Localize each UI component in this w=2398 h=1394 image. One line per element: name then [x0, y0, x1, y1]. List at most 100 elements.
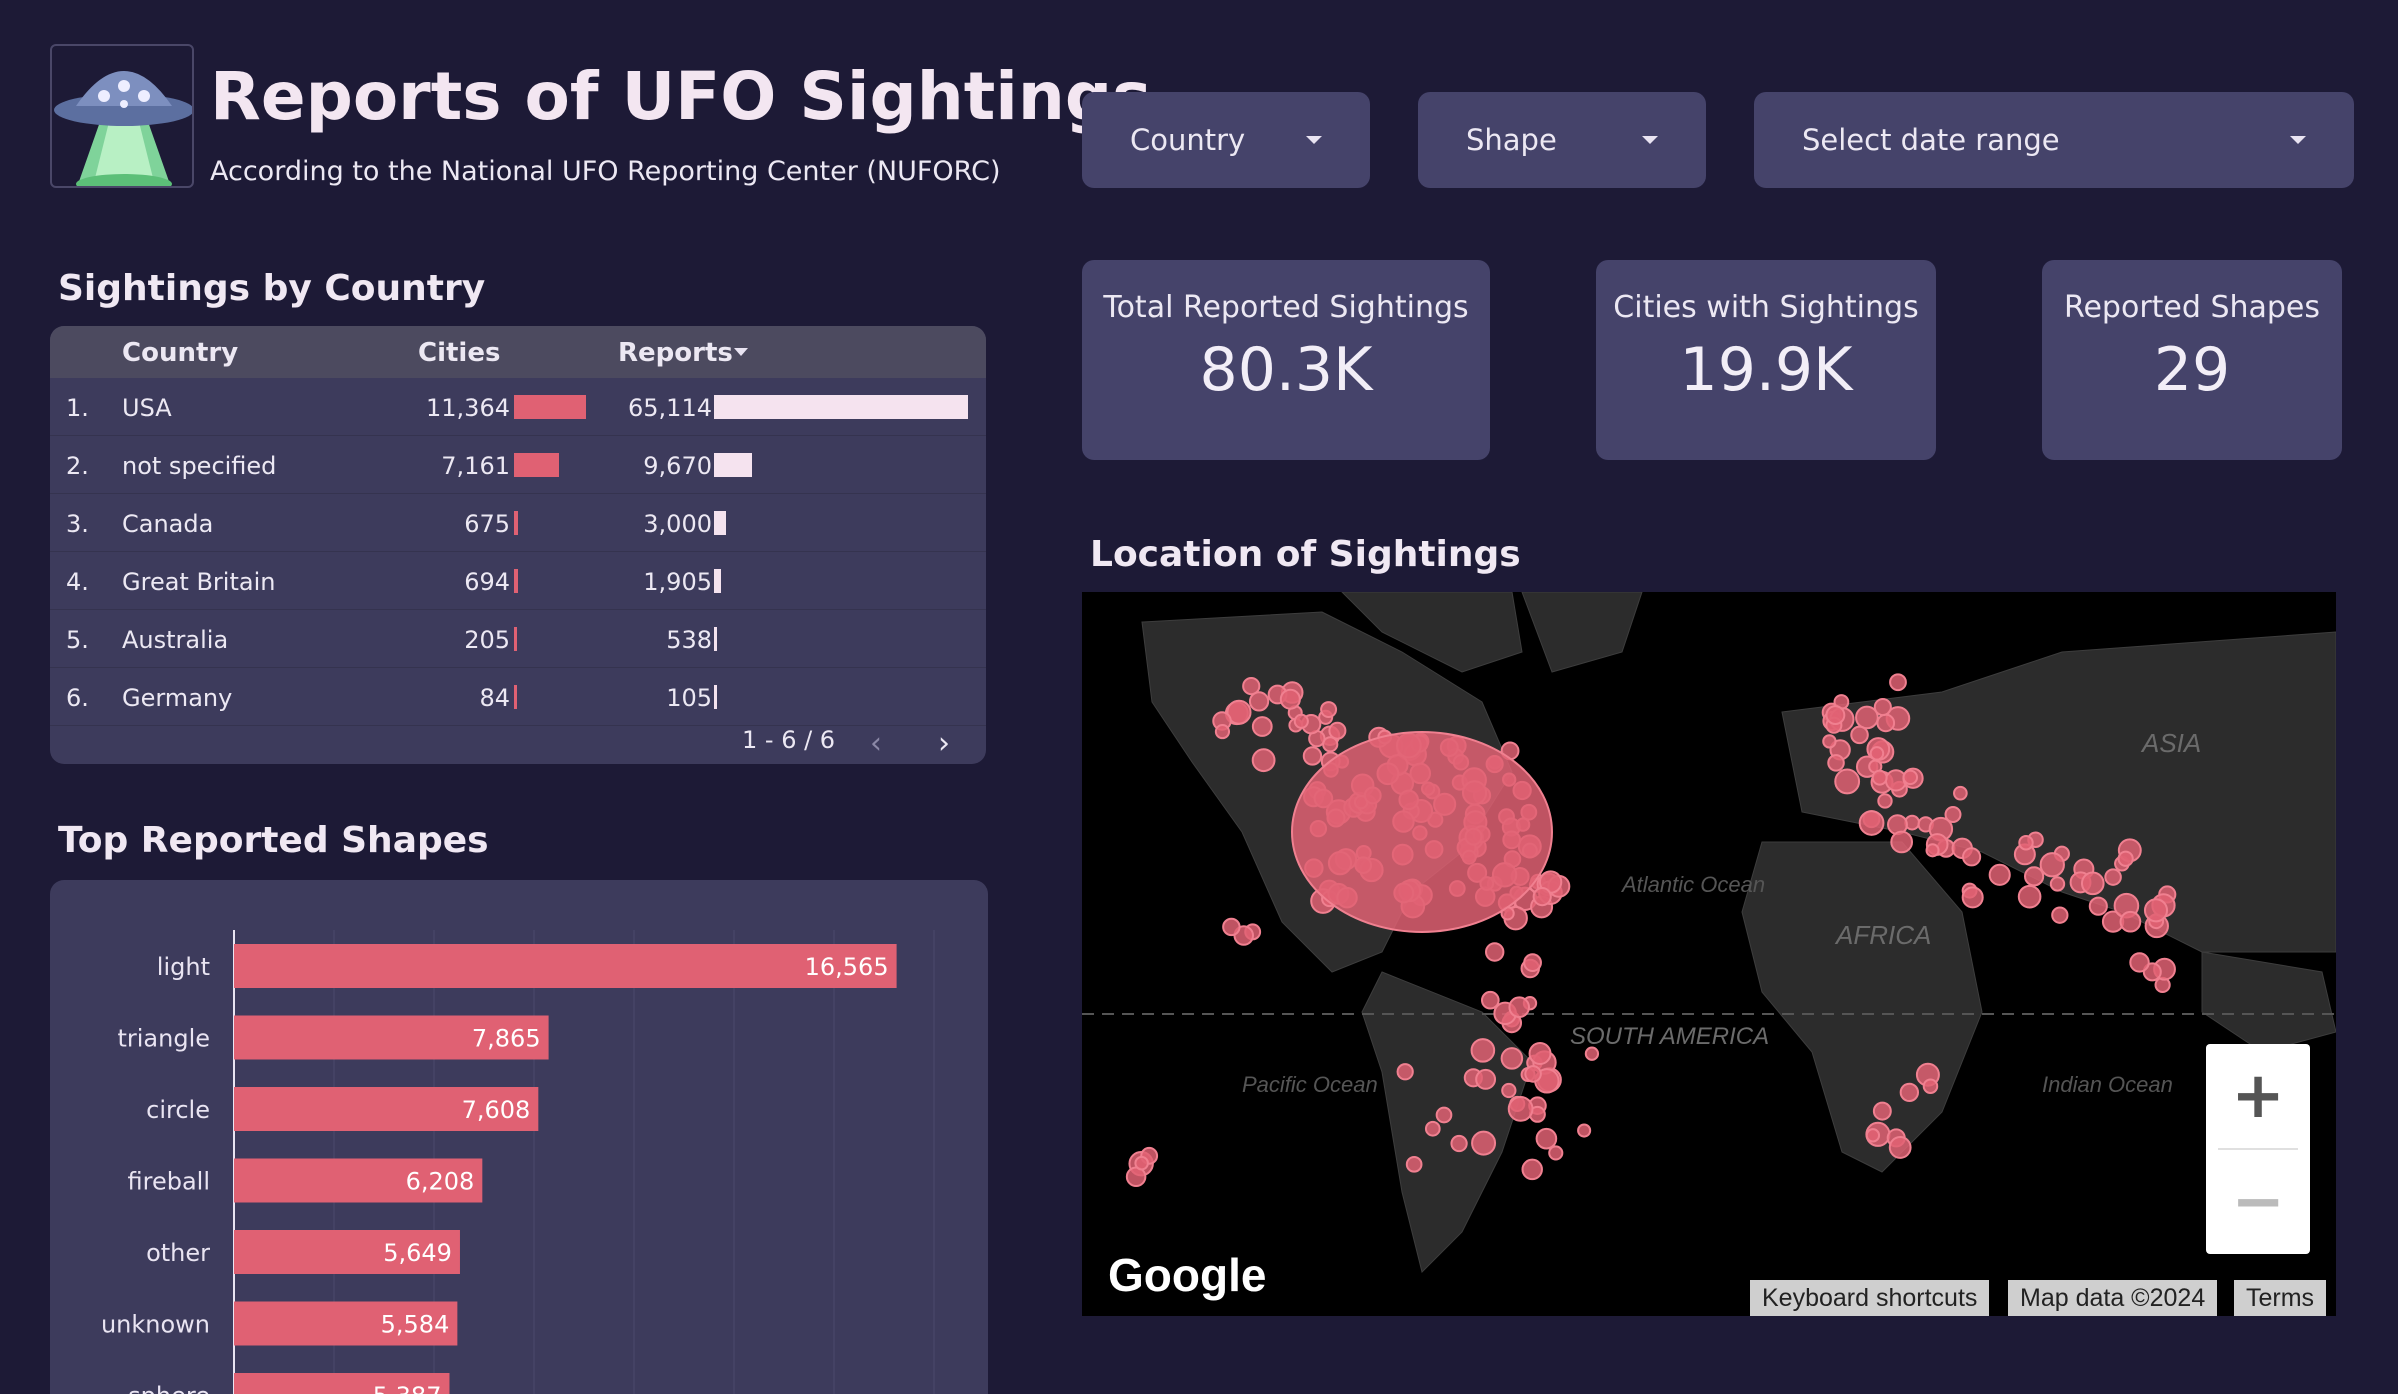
sighting-dot — [2117, 850, 2134, 867]
sighting-dot — [1251, 748, 1276, 773]
terms-link[interactable]: Terms — [2234, 1280, 2327, 1316]
sighting-dot — [1855, 705, 1879, 730]
table-row[interactable]: 2. not specified 7,161 9,670 — [50, 436, 986, 494]
sighting-dot — [1248, 691, 1270, 712]
cities-bar — [514, 511, 519, 535]
kpi-label: Cities with Sightings — [1613, 290, 1919, 325]
table-row[interactable]: 6. Germany 84 105 — [50, 668, 986, 726]
country-filter-label: Country — [1130, 123, 1246, 157]
date-range-filter[interactable]: Select date range — [1754, 92, 2354, 188]
kpi-label: Total Reported Sightings — [1103, 290, 1469, 325]
sighting-dot — [1962, 847, 1982, 867]
table-row[interactable]: 5. Australia 205 538 — [50, 610, 986, 668]
shape-filter[interactable]: Shape — [1418, 92, 1706, 188]
row-country: Germany — [122, 684, 233, 712]
shapes-bar-chart: light 16,565 triangle 7,865 circle 7,608 fireb… — [101, 930, 935, 1394]
sighting-dot — [1251, 716, 1273, 737]
column-header-country[interactable]: Country — [122, 338, 238, 368]
sighting-dot — [2024, 866, 2045, 887]
cities-bar — [514, 627, 517, 651]
map-label-indian: Indian Ocean — [2042, 1072, 2173, 1097]
column-header-cities[interactable]: Cities — [418, 338, 500, 368]
sighting-dot — [2143, 898, 2169, 923]
keyboard-shortcuts-link[interactable]: Keyboard shortcuts — [1750, 1280, 1990, 1316]
sighting-cluster — [1291, 731, 1553, 933]
value-label: 16,565 — [805, 953, 889, 981]
zoom-in-button[interactable]: + — [2206, 1044, 2310, 1148]
date-range-label: Select date range — [1802, 123, 2060, 157]
category-label: circle — [146, 1096, 210, 1124]
sighting-dot — [1902, 769, 1919, 786]
sighting-dot — [1899, 1082, 1920, 1103]
sighting-dot — [1396, 1063, 1414, 1081]
sighting-dot — [1507, 1096, 1534, 1122]
row-reports: 65,114 — [628, 394, 712, 422]
row-cities: 7,161 — [441, 452, 510, 480]
row-reports: 9,670 — [643, 452, 712, 480]
sighting-dot — [2129, 952, 2150, 973]
row-cities: 205 — [464, 626, 510, 654]
map-label-asia: ASIA — [2140, 728, 2201, 758]
sighting-dot — [2039, 852, 2065, 878]
row-cities: 694 — [464, 568, 510, 596]
sighting-dot — [1535, 1127, 1558, 1150]
category-label: other — [146, 1239, 210, 1267]
sort-desc-icon[interactable] — [734, 348, 748, 356]
sighting-dot — [1825, 705, 1846, 726]
zoom-out-button[interactable]: − — [2206, 1150, 2310, 1254]
sighting-dot — [1485, 942, 1505, 962]
table-row[interactable]: 3. Canada 675 3,000 — [50, 494, 986, 552]
zoom-controls: + − — [2206, 1044, 2310, 1254]
sighting-dot — [1528, 1042, 1552, 1066]
kpi-total-sightings: Total Reported Sightings 80.3K — [1082, 260, 1490, 460]
sighting-dot — [1328, 721, 1347, 740]
sighting-dot — [1889, 673, 1907, 692]
row-rank: 1. — [66, 394, 89, 422]
sighting-dot — [1865, 1128, 1881, 1143]
sighting-dot — [1890, 830, 1914, 854]
cities-bar — [514, 569, 519, 593]
sighting-dot — [1471, 1130, 1497, 1156]
column-header-reports[interactable]: Reports — [618, 338, 733, 368]
kpi-value: 19.9K — [1679, 335, 1853, 405]
reports-bar — [714, 453, 752, 477]
value-label: 5,584 — [381, 1311, 450, 1339]
sighting-dot — [1521, 1158, 1543, 1181]
shape-bar[interactable] — [234, 944, 897, 988]
sightings-map[interactable]: ASIA AFRICA SOUTH AMERICA Atlantic Ocean… — [1082, 592, 2336, 1316]
category-label: sphere — [128, 1382, 210, 1394]
sighting-dot — [1953, 785, 1968, 801]
sighting-dot — [1822, 734, 1837, 749]
reports-bar — [714, 685, 717, 709]
value-label: 6,208 — [406, 1168, 475, 1196]
chevron-left-icon[interactable]: ‹ — [870, 726, 882, 761]
row-reports: 538 — [666, 626, 712, 654]
country-section-title: Sightings by Country — [58, 268, 486, 309]
sighting-dot — [1435, 1106, 1453, 1124]
category-label: fireball — [128, 1168, 211, 1196]
world-map: ASIA AFRICA SOUTH AMERICA Atlantic Ocean… — [1082, 592, 2336, 1273]
row-rank: 3. — [66, 510, 89, 538]
row-cities: 11,364 — [426, 394, 510, 422]
table-row[interactable]: 4. Great Britain 694 1,905 — [50, 552, 986, 610]
chevron-right-icon[interactable]: › — [938, 726, 950, 761]
sighting-dot — [1508, 996, 1531, 1018]
country-table: Country Cities Reports 1. USA 11,364 65,114… — [50, 326, 986, 764]
sighting-dot — [1134, 1155, 1149, 1171]
cities-bar — [514, 685, 517, 709]
sighting-dot — [1214, 723, 1231, 740]
row-rank: 4. — [66, 568, 89, 596]
table-row[interactable]: 1. USA 11,364 65,114 — [50, 378, 986, 436]
country-filter[interactable]: Country — [1082, 92, 1370, 188]
shape-filter-label: Shape — [1466, 123, 1557, 157]
sighting-dot — [1424, 1120, 1441, 1137]
sighting-dot — [1320, 701, 1338, 719]
sighting-dot — [2018, 835, 2034, 851]
sighting-dot — [1524, 1065, 1542, 1083]
sighting-dot — [1876, 713, 1896, 733]
map-label-atlantic: Atlantic Ocean — [1620, 872, 1765, 897]
sighting-dot — [1872, 1101, 1892, 1121]
sighting-dot — [1877, 793, 1893, 809]
google-logo[interactable]: Google — [1108, 1248, 1266, 1302]
reports-bar — [714, 627, 717, 651]
